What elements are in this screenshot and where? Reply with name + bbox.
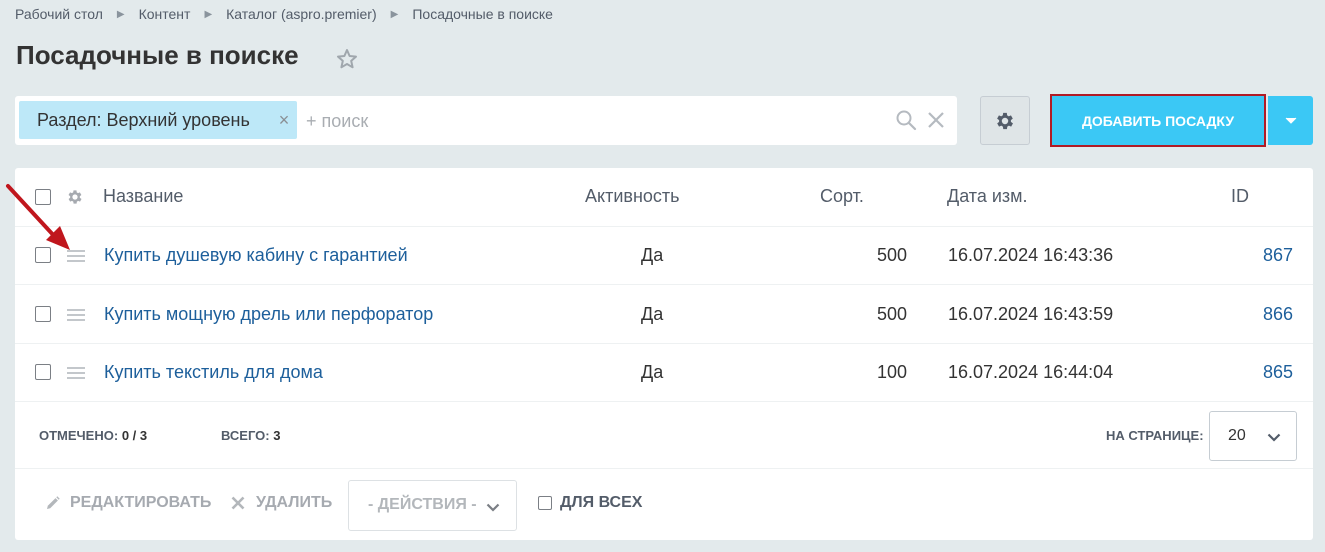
chevron-down-icon xyxy=(486,503,500,512)
for-all-checkbox[interactable] xyxy=(538,496,552,510)
row-active: Да xyxy=(641,362,664,382)
row-active: Да xyxy=(641,245,664,265)
close-icon xyxy=(231,496,245,510)
breadcrumb-item-catalog[interactable]: Каталог (aspro.premier) xyxy=(226,6,376,22)
search-icon[interactable] xyxy=(895,109,917,131)
chevron-down-icon xyxy=(1267,433,1281,442)
row-name-link[interactable]: Купить текстиль для дома xyxy=(104,362,323,383)
actions-select[interactable]: - ДЕЙСТВИЯ - xyxy=(348,480,517,531)
column-header-name[interactable]: Название xyxy=(103,186,183,207)
gear-icon xyxy=(997,112,1013,129)
edit-button[interactable]: РЕДАКТИРОВАТЬ xyxy=(46,494,211,512)
actions-select-value: - ДЕЙСТВИЯ - xyxy=(368,496,477,513)
breadcrumb-item-desktop[interactable]: Рабочий стол xyxy=(15,6,103,22)
filter-chip-remove-icon[interactable]: × xyxy=(277,101,291,139)
page-title: Посадочные в поиске xyxy=(16,40,299,70)
add-landing-button[interactable]: ДОБАВИТЬ ПОСАДКУ xyxy=(1050,94,1266,147)
row-date: 16.07.2024 16:44:04 xyxy=(948,362,1114,382)
add-menu-dropdown-button[interactable] xyxy=(1268,96,1313,145)
row-date: 16.07.2024 16:43:59 xyxy=(948,304,1114,324)
drag-handle-icon[interactable] xyxy=(67,308,85,322)
table-header: Название Активность Сорт. Дата изм. ID xyxy=(15,168,1313,227)
table-row[interactable]: Купить мощную дрель или перфоратор Да 50… xyxy=(15,286,1313,344)
delete-button-label: УДАЛИТЬ xyxy=(256,494,333,511)
row-name-link[interactable]: Купить душевую кабину с гарантией xyxy=(104,245,408,266)
select-all-checkbox[interactable] xyxy=(35,189,51,205)
filter-chip[interactable]: Раздел: Верхний уровень × xyxy=(19,101,297,139)
breadcrumb-separator-icon: ▶ xyxy=(204,8,213,20)
table-row[interactable]: Купить текстиль для дома Да 100 16.07.20… xyxy=(15,344,1313,402)
row-id-link[interactable]: 865 xyxy=(1263,362,1293,383)
filter-bar: Раздел: Верхний уровень × xyxy=(15,96,957,145)
chevron-down-icon xyxy=(1285,117,1296,124)
bulk-actions-bar: РЕДАКТИРОВАТЬ УДАЛИТЬ - ДЕЙСТВИЯ - ДЛЯ В… xyxy=(15,470,1313,540)
row-sort: 100 xyxy=(876,362,907,382)
row-sort: 500 xyxy=(876,245,907,265)
breadcrumb-item-current[interactable]: Посадочные в поиске xyxy=(412,6,553,22)
for-all-toggle[interactable]: ДЛЯ ВСЕХ xyxy=(538,494,642,512)
breadcrumb: Рабочий стол ▶ Контент ▶ Каталог (aspro.… xyxy=(15,6,553,22)
row-id-link[interactable]: 867 xyxy=(1263,245,1293,266)
row-checkbox[interactable] xyxy=(35,364,51,380)
drag-handle-icon[interactable] xyxy=(67,249,85,263)
grid-footer: ОТМЕЧЕНО: 0 / 3 ВСЕГО: 3 НА СТРАНИЦЕ: xyxy=(15,402,1313,469)
selected-count-value: 0 / 3 xyxy=(121,428,148,443)
total-count-label: ВСЕГО: xyxy=(221,428,270,443)
total-count: ВСЕГО: 3 xyxy=(221,428,280,443)
edit-button-label: РЕДАКТИРОВАТЬ xyxy=(70,494,212,511)
row-active: Да xyxy=(641,304,664,324)
delete-button[interactable]: УДАЛИТЬ xyxy=(231,494,332,512)
selected-count: ОТМЕЧЕНО: 0 / 3 xyxy=(39,428,147,443)
close-icon[interactable] xyxy=(926,110,946,130)
column-header-id[interactable]: ID xyxy=(1231,186,1249,207)
column-header-date[interactable]: Дата изм. xyxy=(947,186,1028,207)
table-row[interactable]: Купить душевую кабину с гарантией Да 500… xyxy=(15,227,1313,285)
breadcrumb-item-content[interactable]: Контент xyxy=(139,6,191,22)
column-header-active[interactable]: Активность xyxy=(585,186,680,207)
total-count-value: 3 xyxy=(273,428,281,443)
for-all-label: ДЛЯ ВСЕХ xyxy=(560,494,643,511)
per-page-select[interactable]: 20 xyxy=(1209,411,1297,461)
landing-pages-grid: Название Активность Сорт. Дата изм. ID К… xyxy=(15,168,1313,540)
star-icon[interactable] xyxy=(335,47,359,71)
search-input[interactable] xyxy=(304,106,864,136)
row-sort: 500 xyxy=(876,304,907,324)
gear-icon[interactable] xyxy=(66,188,84,206)
row-checkbox[interactable] xyxy=(35,306,51,322)
row-id-link[interactable]: 866 xyxy=(1263,304,1293,325)
per-page-label: НА СТРАНИЦЕ: xyxy=(1106,428,1204,443)
breadcrumb-separator-icon: ▶ xyxy=(390,8,399,20)
settings-button[interactable] xyxy=(980,96,1030,145)
row-checkbox[interactable] xyxy=(35,247,51,263)
breadcrumb-separator-icon: ▶ xyxy=(116,8,125,20)
filter-chip-label: Раздел: Верхний уровень xyxy=(37,110,250,130)
per-page-value: 20 xyxy=(1228,427,1246,444)
row-name-link[interactable]: Купить мощную дрель или перфоратор xyxy=(104,304,433,325)
drag-handle-icon[interactable] xyxy=(67,366,85,380)
selected-count-label: ОТМЕЧЕНО: xyxy=(39,428,119,443)
column-header-sort[interactable]: Сорт. xyxy=(820,186,864,207)
row-date: 16.07.2024 16:43:36 xyxy=(948,245,1114,265)
pencil-icon xyxy=(47,496,60,509)
